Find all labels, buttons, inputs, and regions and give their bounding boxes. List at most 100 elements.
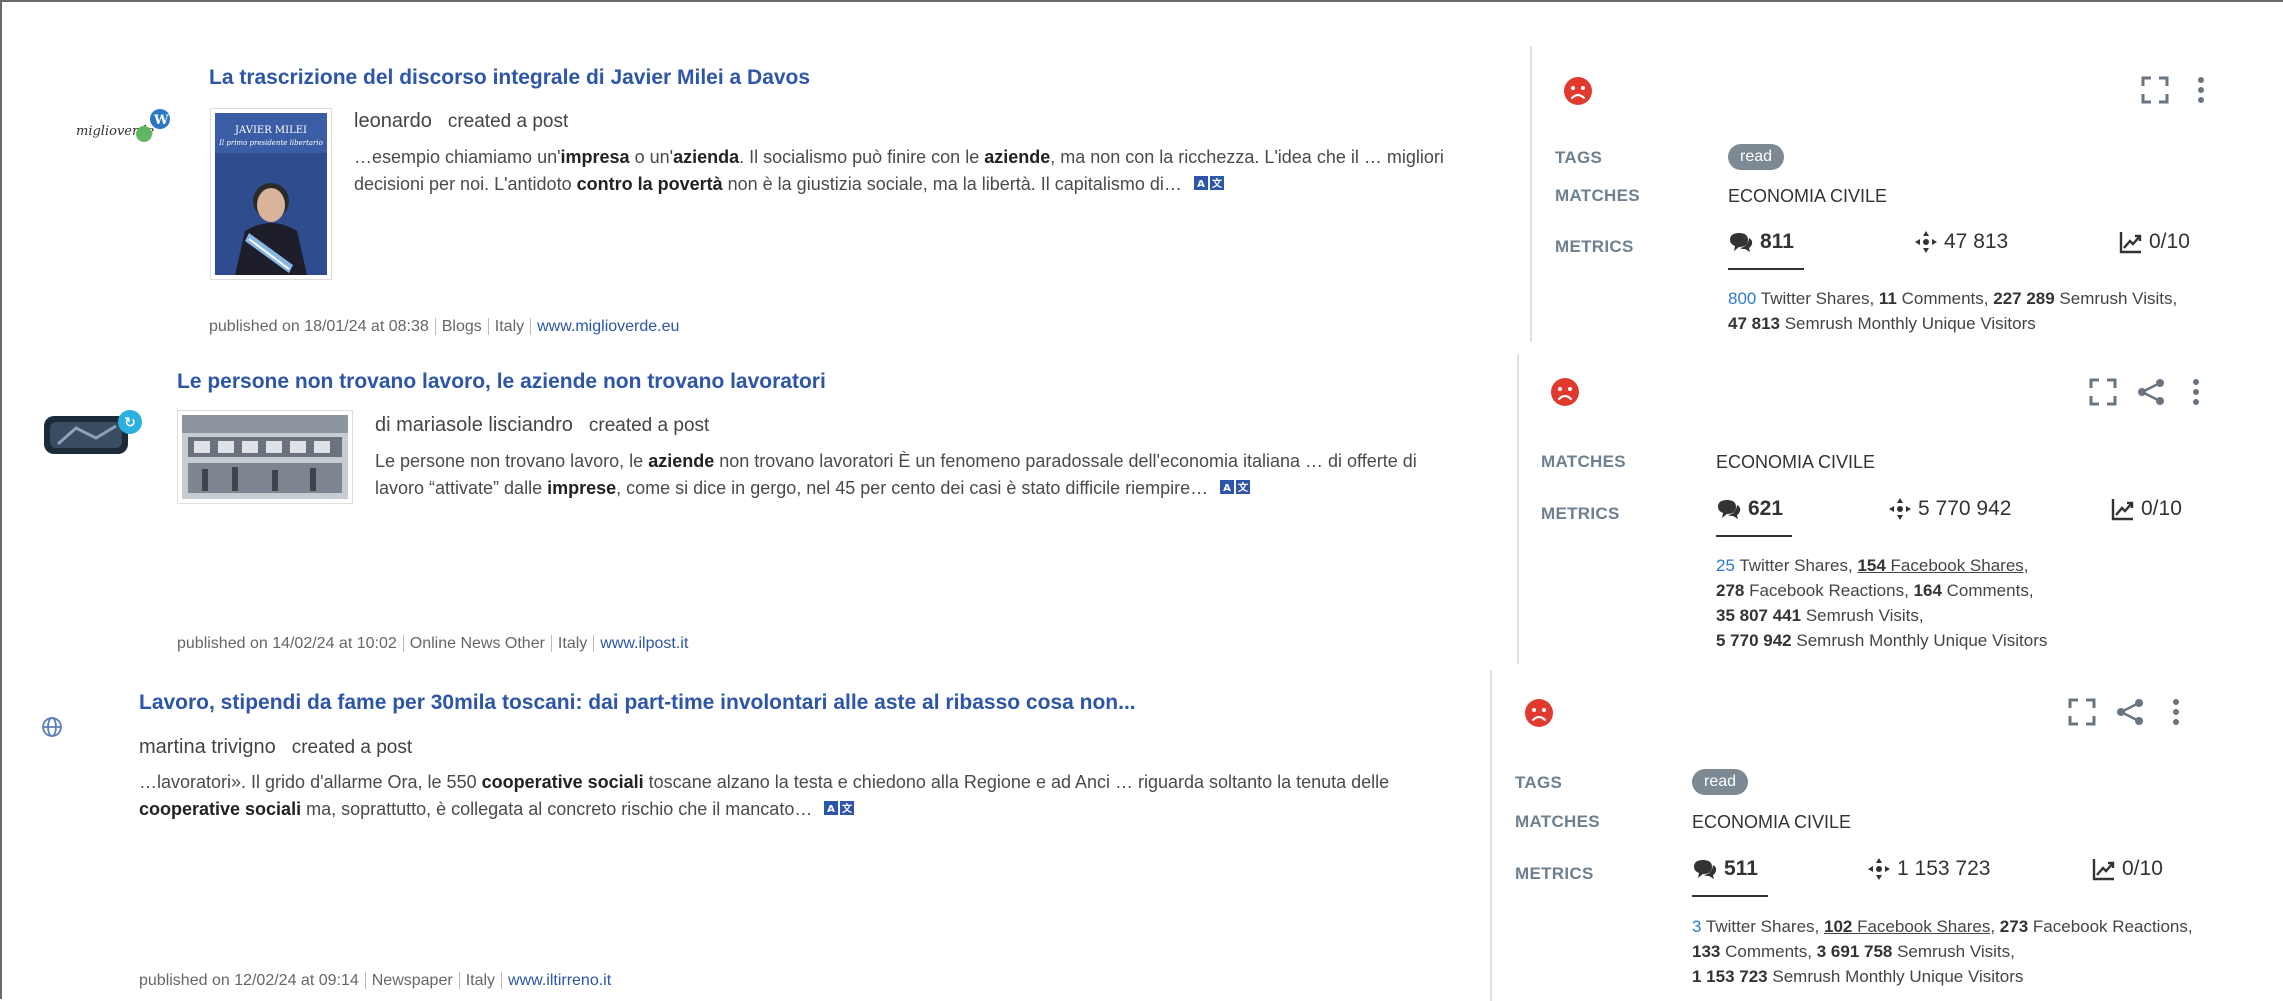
source-domain-link[interactable]: www.ilpost.it [600,635,688,652]
author-name[interactable]: di mariasole lisciandro [375,414,573,436]
matches-label: MATCHES [1515,812,1600,831]
metrics-label: METRICS [1555,237,1634,256]
reach-icon [1915,231,1937,253]
post-author-line: leonardo created a post [354,110,568,133]
snippet-text: Le persone non trovano lavoro, le aziend… [375,451,1417,498]
kebab-menu-icon[interactable] [2170,698,2182,731]
post-author-line: di mariasole lisciandro created a post [375,414,709,437]
reach-icon [1889,498,1911,520]
metric-reach[interactable]: 1 153 723 [1867,857,1990,881]
source-type: Newspaper [364,972,459,989]
svg-text:文: 文 [1212,177,1223,190]
reach-count: 1 153 723 [1897,857,1991,880]
thumb-subtitle: Il primo presidente libertario [218,139,323,147]
title-part: non trovano lavoratori [597,370,826,393]
source-country: Italy [550,635,594,652]
tag-read[interactable]: read [1728,144,1785,170]
metric-comments[interactable]: 811 [1728,230,1794,254]
metrics-label: METRICS [1541,504,1620,523]
metric-comments[interactable]: 621 [1716,497,1783,521]
comments-count: 511 [1724,857,1758,880]
score-value: 0/10 [2149,230,2190,253]
post-meta: published on 14/02/24 at 10:02 Online New… [177,635,695,653]
reach-count: 5 770 942 [1918,497,2012,520]
metrics-details: 3 Twitter Shares, 102 Facebook Shares, 2… [1692,917,2193,986]
metrics-label: METRICS [1515,864,1594,883]
comments-icon [1718,500,1741,519]
post-meta: published on 12/02/24 at 09:14 Newspaper I… [139,972,618,990]
expand-icon[interactable] [2141,76,2169,109]
metric-comments[interactable]: 511 [1692,857,1758,881]
svg-text:W: W [153,113,169,128]
source-domain-link[interactable]: www.iltirreno.it [508,972,611,989]
metrics-details: 800 Twitter Shares, 11 Comments, 227 289… [1728,289,2178,333]
metric-score[interactable]: 0/10 [2092,857,2163,881]
card-divider [1490,670,1492,1001]
svg-text:↻: ↻ [124,415,136,431]
translate-icon[interactable]: A文 [824,797,855,824]
post-title[interactable]: Lavoro, stipendi da fame per 30mila tosc… [139,691,1136,715]
post-author-line: martina trivigno created a post [139,736,412,759]
svg-text:文: 文 [1238,481,1249,494]
title-part: Le persone non trovano lavoro, le [177,370,521,393]
card-divider [1517,354,1519,664]
published-date: published on 18/01/24 at 08:38 [209,318,429,335]
tag-read[interactable]: read [1692,769,1749,795]
svg-text:文: 文 [842,802,853,815]
matches-label: MATCHES [1541,452,1626,471]
translate-icon[interactable]: A文 [1220,476,1251,503]
source-type: Blogs [434,318,488,335]
sad-face-icon[interactable] [1524,698,1554,733]
trend-icon [2092,859,2115,881]
share-icon[interactable] [2115,698,2145,731]
svg-text:A: A [1223,483,1231,494]
svg-text:A: A [1197,179,1205,190]
results-panel: miglioverde W La trascrizione del discor… [0,0,2283,1001]
published-date: published on 12/02/24 at 09:14 [139,972,359,989]
author-action: created a post [588,415,710,436]
translate-icon[interactable]: A文 [1193,172,1224,199]
sad-face-icon[interactable] [1563,76,1593,111]
source-domain-link[interactable]: www.miglioverde.eu [537,318,679,335]
metric-score[interactable]: 0/10 [2111,497,2182,521]
trend-icon [2119,232,2142,254]
matches-label: MATCHES [1555,186,1640,205]
share-icon[interactable] [2136,378,2166,411]
snippet-text: …lavoratori». Il grido d'allarme Ora, le… [139,772,1390,819]
sad-face-icon[interactable] [1550,377,1580,412]
source-country: Italy [458,972,502,989]
post-snippet: …lavoratori». Il grido d'allarme Ora, le… [139,769,1429,824]
matches-value: ECONOMIA CIVILE [1692,812,1852,832]
metric-score[interactable]: 0/10 [2119,230,2190,254]
comments-count: 811 [1760,230,1794,253]
post-thumbnail[interactable]: JAVIER MILEI Il primo presidente liberta… [210,108,332,280]
trend-icon [2111,499,2134,521]
expand-icon[interactable] [2068,698,2096,731]
comments-icon [1694,860,1717,879]
kebab-menu-icon[interactable] [2195,76,2207,109]
title-highlight: aziende [520,370,598,393]
metrics-details: 25 Twitter Shares, 154 Facebook Shares, 2… [1716,556,2048,650]
globe-icon[interactable] [41,716,63,743]
post-title[interactable]: Le persone non trovano lavoro, le aziend… [177,370,826,394]
comments-icon [1730,233,1753,252]
metric-selected-underline [1692,895,1768,897]
author-name[interactable]: leonardo [354,110,432,132]
matches-value: ECONOMIA CIVILE [1728,186,1888,206]
metric-reach[interactable]: 5 770 942 [1888,497,2011,521]
expand-icon[interactable] [2089,378,2117,411]
post-snippet: Le persone non trovano lavoro, le aziend… [375,448,1445,503]
post-thumbnail[interactable] [177,410,353,504]
matches-value: ECONOMIA CIVILE [1716,452,1876,472]
post-title[interactable]: La trascrizione del discorso integrale d… [209,66,810,90]
author-action: created a post [447,111,569,132]
published-date: published on 14/02/24 at 10:02 [177,635,397,652]
kebab-menu-icon[interactable] [2190,378,2202,411]
metric-reach[interactable]: 47 813 [1914,230,2008,254]
source-logo-icon[interactable]: ↻ [42,408,146,463]
post-snippet: …esempio chiamiamo un'impresa o un'azien… [354,144,1464,199]
source-logo-icon[interactable]: miglioverde W [74,106,174,151]
metric-selected-underline [1716,535,1792,537]
author-name[interactable]: martina trivigno [139,736,276,758]
score-value: 0/10 [2122,857,2163,880]
